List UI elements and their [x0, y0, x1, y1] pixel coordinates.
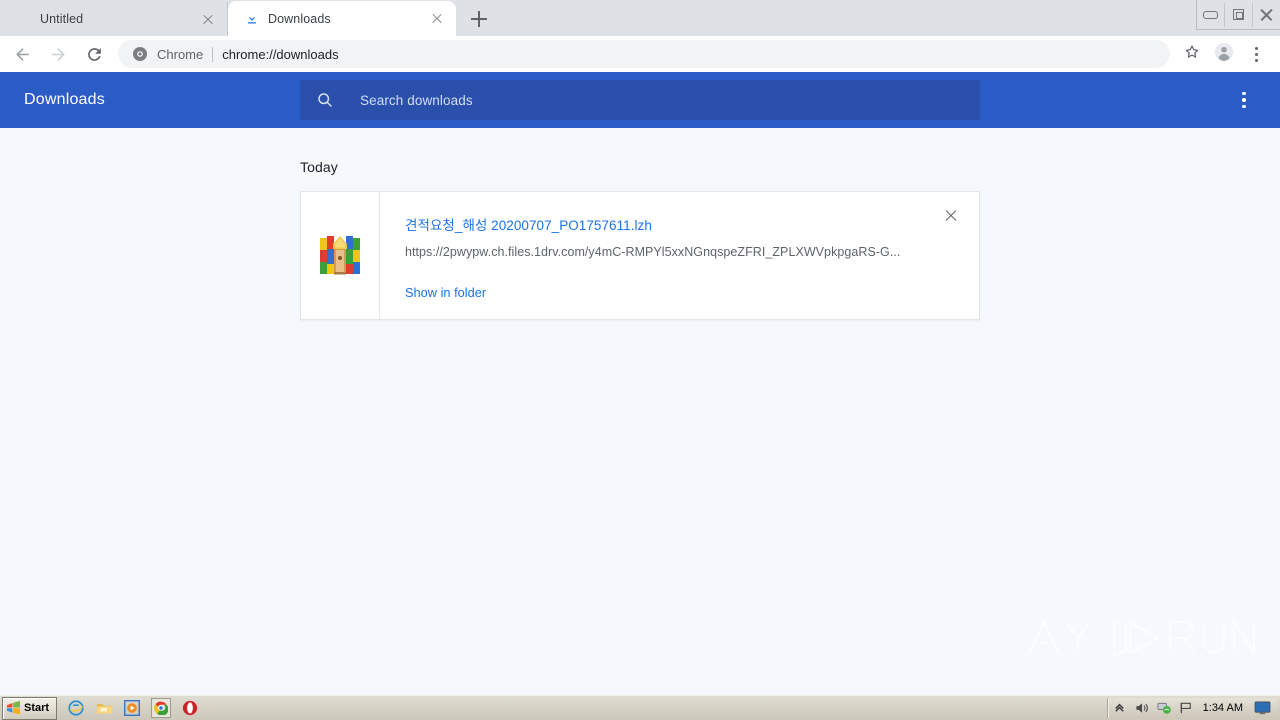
network-icon[interactable] — [1157, 701, 1172, 716]
tab-close-icon[interactable] — [428, 10, 446, 28]
chrome-logo-icon — [132, 46, 148, 62]
tab-untitled[interactable]: Untitled — [0, 2, 228, 36]
omnibox-separator — [212, 46, 214, 62]
show-hidden-icons-icon[interactable] — [1113, 701, 1128, 716]
window-close-button[interactable] — [1252, 2, 1280, 27]
reload-icon — [85, 45, 104, 64]
new-tab-button[interactable] — [462, 2, 496, 36]
windows-flag-icon — [6, 701, 21, 715]
account-avatar-icon — [1214, 42, 1234, 67]
omnibox-scheme-label: Chrome — [157, 46, 204, 62]
download-file-icon-cell — [301, 192, 380, 319]
tab-title: Untitled — [40, 12, 84, 26]
minimize-icon — [1203, 10, 1218, 19]
profile-button[interactable] — [1210, 40, 1238, 68]
omnibox[interactable]: Chrome chrome://downloads — [118, 40, 1170, 68]
downloads-more-button[interactable] — [1234, 90, 1254, 109]
search-placeholder: Search downloads — [360, 92, 473, 108]
media-player-icon[interactable] — [123, 699, 141, 717]
chrome-menu-button[interactable] — [1242, 40, 1270, 68]
tab-favicon-placeholder — [16, 11, 32, 27]
browser-window: Untitled Downloads Chrome chrome://downl… — [0, 0, 1280, 720]
download-icon — [244, 11, 260, 27]
download-item-details: 견적요청_해성 20200707_PO1757611.lzh https://2… — [380, 192, 979, 319]
tab-close-icon[interactable] — [199, 10, 217, 28]
arrow-forward-icon — [49, 45, 68, 64]
omnibox-url-text: chrome://downloads — [222, 46, 339, 62]
reload-button[interactable] — [80, 40, 108, 68]
kebab-menu-icon — [1254, 45, 1258, 63]
window-controls — [1196, 0, 1280, 30]
browser-toolbar: Chrome chrome://downloads — [0, 36, 1280, 73]
arrow-back-icon — [13, 45, 32, 64]
winrar-archive-icon — [320, 234, 360, 278]
tab-strip: Untitled Downloads — [0, 0, 1280, 36]
download-source-url: https://2pwypw.ch.files.1drv.com/y4mC-RM… — [405, 245, 901, 259]
flag-icon[interactable] — [1179, 701, 1194, 716]
start-button[interactable]: Start — [2, 696, 58, 720]
taskbar-clock[interactable]: 1:34 AM — [1203, 702, 1243, 714]
remove-download-icon[interactable] — [937, 202, 965, 230]
opera-icon[interactable] — [181, 699, 199, 717]
bookmark-button[interactable] — [1178, 40, 1206, 68]
download-item-row[interactable]: 견적요청_해성 20200707_PO1757611.lzh https://2… — [300, 191, 980, 320]
tab-title: Downloads — [268, 11, 331, 26]
volume-icon[interactable] — [1135, 701, 1150, 716]
show-in-folder-link[interactable]: Show in folder — [405, 285, 486, 300]
restore-icon — [1233, 9, 1244, 20]
windows-taskbar: Start 1:34 AM — [0, 695, 1280, 720]
system-tray: 1:34 AM — [1106, 698, 1277, 718]
downloads-header: Downloads Search downloads — [0, 72, 1280, 128]
close-icon — [1260, 8, 1273, 21]
search-icon — [316, 91, 334, 109]
show-desktop-icon[interactable] — [1254, 701, 1271, 715]
window-minimize-button[interactable] — [1197, 3, 1224, 27]
tab-downloads[interactable]: Downloads — [228, 1, 456, 36]
chrome-icon[interactable] — [151, 698, 172, 718]
back-button[interactable] — [8, 40, 36, 68]
file-explorer-icon[interactable] — [95, 699, 113, 717]
forward-button[interactable] — [44, 40, 72, 68]
search-downloads-field[interactable]: Search downloads — [300, 80, 980, 120]
download-filename-link[interactable]: 견적요청_해성 20200707_PO1757611.lzh — [405, 214, 925, 234]
quick-launch-bar — [67, 698, 199, 718]
downloads-group-title: Today — [300, 159, 338, 175]
window-restore-button[interactable] — [1224, 2, 1252, 27]
anyrun-watermark — [1022, 606, 1262, 670]
star-icon — [1183, 43, 1201, 66]
downloads-content: Today 견적요청_해성 20200707_PO1757611.lzh htt… — [0, 128, 1280, 696]
start-button-label: Start — [24, 702, 50, 714]
internet-explorer-icon[interactable] — [67, 699, 85, 717]
page-title: Downloads — [24, 91, 105, 108]
